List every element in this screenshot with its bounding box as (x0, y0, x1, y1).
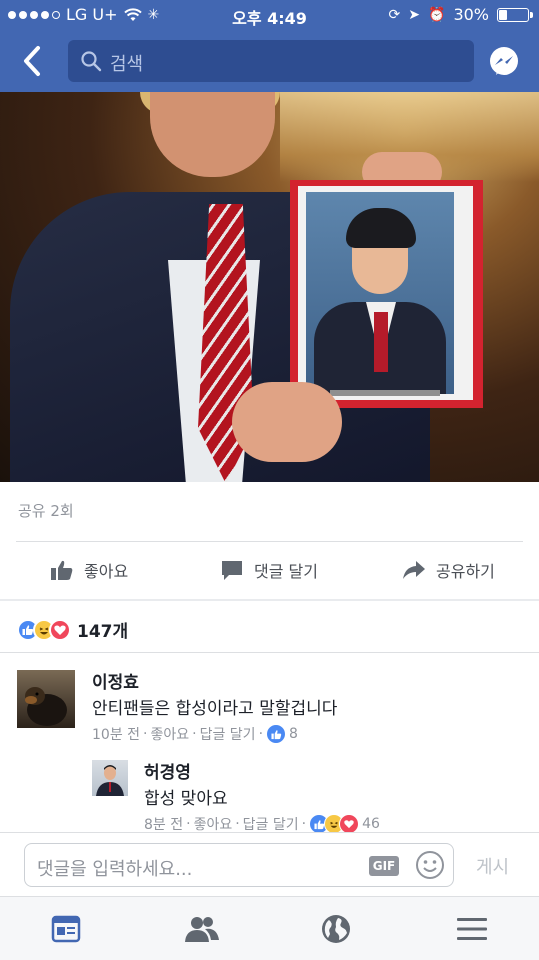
tab-notifications[interactable] (318, 913, 354, 945)
bottom-tab-bar (0, 896, 539, 960)
comment-time: 8분 전 (144, 817, 184, 833)
commenter-name[interactable]: 허경영 (144, 758, 191, 783)
divider (16, 541, 523, 542)
post-actions: 좋아요 댓글 달기 공유하기 (0, 552, 539, 588)
comment-reply-link[interactable]: 답글 달기 (243, 814, 299, 834)
nav-header: 검색 (0, 30, 539, 92)
comment-meta: 8분 전 · 좋아요 · 답글 달기 · 46 (144, 814, 380, 834)
emoji-icon[interactable] (415, 850, 445, 880)
search-placeholder: 검색 (110, 54, 144, 75)
like-button[interactable]: 좋아요 (50, 552, 128, 588)
status-bar: LG U+ ✳ 오후 4:49 ⟳ ➤ ⏰ 30% (0, 0, 539, 30)
like-reaction-icon (266, 724, 287, 744)
avatar[interactable] (92, 760, 128, 796)
alarm-icon: ⏰ (428, 6, 446, 23)
battery-icon (497, 7, 533, 22)
like-label: 좋아요 (84, 562, 129, 581)
comment-item: 이정효 안티팬들은 합성이라고 말할겁니다 10분 전 · 좋아요 · 답글 달… (0, 660, 539, 750)
comment-time: 10분 전 (92, 727, 141, 743)
commenter-name[interactable]: 이정효 (92, 668, 139, 693)
friends-icon (185, 917, 219, 942)
comment-button[interactable]: 댓글 달기 (220, 552, 318, 588)
comment-label: 댓글 달기 (254, 562, 318, 581)
post-photo[interactable] (0, 92, 539, 482)
love-reaction-icon (49, 618, 71, 641)
share-button[interactable]: 공유하기 (402, 552, 495, 588)
share-arrow-icon (403, 561, 425, 579)
search-input[interactable]: 검색 (68, 40, 474, 82)
comment-input[interactable]: 댓글을 입력하세요... GIF (24, 843, 454, 887)
comment-meta: 10분 전 · 좋아요 · 답글 달기 · 8 (92, 724, 298, 744)
face (150, 92, 275, 177)
portrait-image (306, 192, 454, 394)
gif-button[interactable]: GIF (369, 856, 399, 876)
search-icon (81, 51, 102, 72)
comment-reaction-count[interactable]: 46 (362, 816, 380, 832)
comment-text: 합성 맞아요 (144, 789, 228, 809)
back-icon[interactable] (16, 42, 50, 80)
section-gap (0, 599, 539, 601)
comment-reactions[interactable] (309, 814, 360, 834)
messenger-icon[interactable] (488, 46, 520, 78)
love-reaction-icon (339, 814, 360, 834)
battery-percent: 30% (453, 5, 489, 24)
reply-item: 허경영 합성 맞아요 8분 전 · 좋아요 · 답글 달기 · 46 (0, 752, 539, 834)
avatar[interactable] (17, 670, 75, 728)
comment-like-link[interactable]: 좋아요 (150, 724, 189, 744)
news-feed-icon (51, 915, 81, 943)
share-count[interactable]: 공유 2회 (18, 500, 74, 521)
reaction-summary[interactable]: 147개 (17, 617, 128, 642)
divider (0, 652, 539, 653)
thumbs-up-icon (51, 560, 73, 580)
comment-bubble-icon (222, 561, 242, 580)
comment-reaction-count[interactable]: 8 (289, 726, 298, 742)
share-label: 공유하기 (436, 562, 495, 581)
comment-placeholder: 댓글을 입력하세요... (37, 859, 193, 880)
menu-icon (457, 918, 487, 940)
post-comment-button[interactable]: 게시 (476, 853, 509, 879)
rotation-lock-icon: ⟳ (388, 6, 401, 23)
comment-like-link[interactable]: 좋아요 (194, 814, 233, 834)
reaction-count: 147개 (77, 622, 129, 642)
comment-text: 안티팬들은 합성이라고 말할겁니다 (92, 699, 338, 719)
tab-news-feed[interactable] (48, 913, 84, 945)
framed-portrait (290, 180, 483, 408)
top-bar: LG U+ ✳ 오후 4:49 ⟳ ➤ ⏰ 30% 검색 (0, 0, 539, 92)
comment-composer: 댓글을 입력하세요... GIF 게시 (0, 832, 539, 896)
comment-reply-link[interactable]: 답글 달기 (200, 724, 256, 744)
tab-friends[interactable] (184, 913, 220, 945)
tab-menu[interactable] (454, 913, 490, 945)
location-icon: ➤ (408, 6, 420, 23)
globe-icon (322, 915, 350, 943)
